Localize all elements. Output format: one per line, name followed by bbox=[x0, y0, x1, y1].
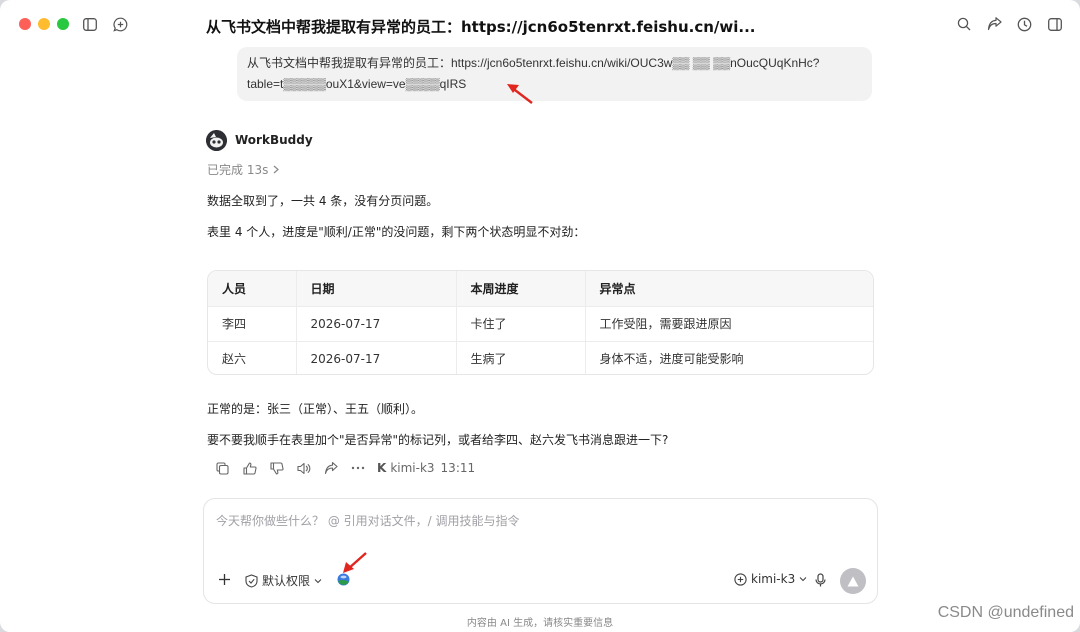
new-chat-icon[interactable] bbox=[110, 14, 130, 34]
model-select-label: kimi-k3 bbox=[751, 572, 796, 586]
copy-icon[interactable] bbox=[209, 459, 236, 477]
send-button[interactable] bbox=[840, 568, 866, 594]
more-icon[interactable] bbox=[344, 459, 371, 477]
user-message-line-1: 从飞书文档中帮我提取有异常的员工：https://jcn6o5tenrxt.fe… bbox=[247, 56, 820, 70]
table-header: 人员 bbox=[208, 271, 296, 306]
chevron-down-icon bbox=[799, 577, 807, 582]
table-cell: 身体不适，进度可能受影响 bbox=[584, 340, 873, 374]
model-tag: K kimi-k3 bbox=[377, 461, 435, 475]
table-cell: 生病了 bbox=[455, 340, 585, 374]
title-bar: 从飞书文档中帮我提取有异常的员工：https://jcn6o5tenrxt.fe… bbox=[0, 0, 1080, 50]
sidebar-icon[interactable] bbox=[80, 14, 100, 34]
forward-icon[interactable] bbox=[317, 459, 344, 477]
table-cell: 卡住了 bbox=[455, 305, 585, 341]
table-header: 本周进度 bbox=[455, 271, 585, 306]
minimize-window-button[interactable] bbox=[38, 18, 50, 30]
chat-input[interactable] bbox=[214, 509, 858, 533]
message-time: 13:11 bbox=[440, 461, 476, 475]
microphone-icon[interactable] bbox=[815, 573, 826, 587]
panel-icon[interactable] bbox=[1045, 14, 1065, 34]
thumbs-down-icon[interactable] bbox=[263, 459, 290, 477]
table-header: 日期 bbox=[295, 271, 456, 306]
assistant-name: WorkBuddy bbox=[235, 133, 313, 147]
add-circle-icon bbox=[734, 572, 747, 586]
kimi-logo-icon: K bbox=[377, 461, 387, 475]
history-icon[interactable] bbox=[1014, 14, 1034, 34]
conversation-title: 从飞书文档中帮我提取有异常的员工：https://jcn6o5tenrxt.fe… bbox=[206, 18, 756, 36]
watermark: CSDN @undefined bbox=[937, 604, 1074, 621]
reply-paragraph-4: 要不要我顺手在表里加个"是否异常"的标记列，或者给李四、赵六发飞书消息跟进一下? bbox=[207, 433, 669, 447]
speaker-icon[interactable] bbox=[290, 459, 317, 477]
reply-paragraph-3: 正常的是：张三（正常）、王五（顺利）。 bbox=[207, 402, 424, 416]
user-message-bubble: 从飞书文档中帮我提取有异常的员工：https://jcn6o5tenrxt.fe… bbox=[237, 47, 872, 101]
permission-label: 默认权限 bbox=[262, 574, 311, 588]
message-action-bar: K kimi-k3 13:11 bbox=[209, 459, 475, 477]
status-text: 已完成 13s bbox=[207, 163, 269, 177]
chevron-right-icon bbox=[273, 165, 280, 174]
table-cell: 2026-07-17 bbox=[295, 340, 456, 374]
reply-paragraph-1: 数据全取到了，一共 4 条，没有分页问题。 bbox=[207, 194, 439, 208]
search-icon[interactable] bbox=[954, 14, 974, 34]
annotation-arrow-icon bbox=[343, 552, 367, 573]
table-row: 李四 2026-07-17 卡住了 工作受阻，需要跟进原因 bbox=[208, 305, 873, 341]
user-message-line-2: table=t▒▒▒▒▒ouX1&view=ve▒▒▒▒qIRS bbox=[247, 77, 467, 91]
table-cell: 赵六 bbox=[208, 340, 296, 374]
chevron-down-icon bbox=[314, 578, 322, 583]
send-icon bbox=[847, 576, 859, 586]
model-tag-label: kimi-k3 bbox=[390, 461, 435, 475]
close-window-button[interactable] bbox=[19, 18, 31, 30]
table-cell: 李四 bbox=[208, 305, 296, 341]
maximize-window-button[interactable] bbox=[57, 18, 69, 30]
thinking-status-toggle[interactable]: 已完成 13s bbox=[207, 161, 280, 178]
table-cell: 工作受阻，需要跟进原因 bbox=[584, 305, 873, 341]
avatar bbox=[206, 130, 227, 151]
table-cell: 2026-07-17 bbox=[295, 305, 456, 341]
permission-dropdown[interactable]: 默认权限 bbox=[245, 572, 322, 589]
model-select[interactable]: kimi-k3 bbox=[734, 572, 807, 586]
share-icon[interactable] bbox=[984, 14, 1004, 34]
table-header: 异常点 bbox=[584, 271, 873, 306]
ai-disclaimer: 内容由 AI 生成，请核实重要信息 bbox=[466, 618, 614, 629]
thumbs-up-icon[interactable] bbox=[236, 459, 263, 477]
table-row: 赵六 2026-07-17 生病了 身体不适，进度可能受影响 bbox=[208, 340, 873, 374]
reply-paragraph-2: 表里 4 个人，进度是"顺利/正常"的没问题，剩下两个状态明显不对劲： bbox=[207, 225, 586, 239]
shield-check-icon bbox=[245, 573, 258, 588]
app-window: 从飞书文档中帮我提取有异常的员工：https://jcn6o5tenrxt.fe… bbox=[0, 0, 1080, 632]
plus-icon[interactable] bbox=[218, 573, 231, 586]
anomaly-table: 人员 日期 本周进度 异常点 李四 2026-07-17 卡住了 工作受阻，需要… bbox=[207, 270, 874, 375]
annotation-arrow-icon bbox=[507, 84, 533, 104]
chat-composer: 默认权限 kimi-k3 bbox=[203, 498, 878, 604]
